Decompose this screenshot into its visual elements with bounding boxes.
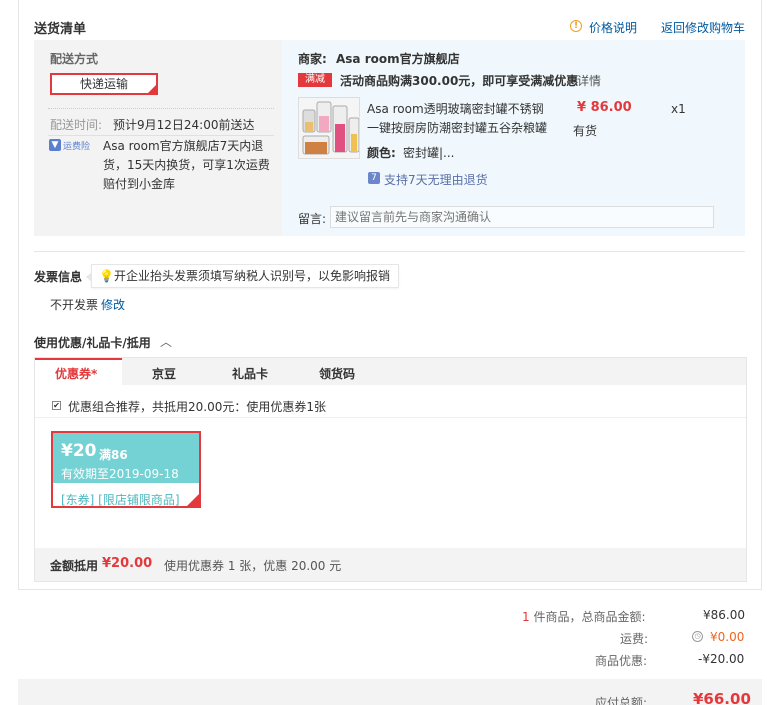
divider bbox=[35, 417, 746, 418]
promo-tag: 满减 bbox=[298, 73, 332, 87]
jar-image-icon bbox=[299, 98, 359, 158]
divider bbox=[34, 251, 745, 252]
goods-amount: ¥86.00 bbox=[703, 608, 745, 622]
recommend-text: 优惠组合推荐，共抵用20.00元：使用优惠券1张 bbox=[68, 400, 326, 414]
insurance-tag: 运费险 bbox=[63, 142, 91, 152]
discount-label: 商品优惠: bbox=[595, 654, 648, 668]
payable-bar bbox=[18, 679, 762, 705]
item-count-line: 1 件商品，总商品金额: bbox=[522, 608, 646, 625]
return-policy-text: 支持7天无理由退货 bbox=[384, 173, 488, 187]
insurance-text-line2: 货，15天内换货，可享1次运费 bbox=[103, 158, 270, 172]
insurance-text-line1: Asa room官方旗舰店7天内退 bbox=[103, 139, 264, 153]
product-price: ¥ 86.00 bbox=[577, 100, 632, 115]
return-policy-icon: 7 bbox=[368, 172, 380, 184]
item-count: 1 bbox=[522, 610, 530, 624]
selected-corner-icon bbox=[187, 494, 199, 506]
memo-input[interactable] bbox=[330, 206, 714, 228]
tip-arrow-icon bbox=[86, 272, 92, 282]
coupon-card[interactable]: ¥20 满86 有效期至2019-09-18 [东券] [限店铺限商品] bbox=[51, 431, 201, 508]
clock-icon: ◷ bbox=[692, 631, 703, 642]
coupon-section-title[interactable]: 使用优惠/礼品卡/抵用 bbox=[34, 334, 151, 351]
insurance-text-line3: 赔付到小金库 bbox=[103, 177, 176, 191]
promo-text: 活动商品购满300.00元，即可享受满减优惠 bbox=[340, 74, 579, 88]
coupon-condition: 满86 bbox=[99, 448, 128, 462]
coupon-tags: [东券] [限店铺限商品] bbox=[61, 493, 180, 507]
coupon-expiry: 有效期至2019-09-18 bbox=[61, 467, 179, 481]
memo-label: 留言: bbox=[298, 212, 327, 226]
summary-amount: ¥20.00 bbox=[102, 556, 153, 571]
invoice-tip-text: 开企业抬头发票须填写纳税人识别号，以免影响报销 bbox=[114, 269, 391, 283]
info-icon: ! bbox=[570, 20, 582, 32]
back-to-cart-link[interactable]: 返回修改购物车 bbox=[661, 19, 745, 36]
section-title: 送货清单 bbox=[34, 22, 87, 37]
lightbulb-icon: 💡 bbox=[99, 269, 114, 283]
delivery-time-label: 配送时间: bbox=[50, 118, 103, 132]
discount-amount: -¥20.00 bbox=[698, 652, 745, 666]
tab-claim-code[interactable]: 领货码 bbox=[319, 365, 355, 382]
stock-status: 有货 bbox=[573, 124, 598, 138]
delivery-time-value: 预计9月12日24:00前送达 bbox=[113, 118, 255, 132]
tab-coupon[interactable]: 优惠券* bbox=[55, 365, 97, 382]
color-label: 颜色: bbox=[367, 146, 396, 160]
tab-gift-card[interactable]: 礼品卡 bbox=[232, 365, 268, 382]
coupon-tabs bbox=[35, 358, 746, 385]
promo-detail-link[interactable]: 详情 bbox=[577, 72, 601, 89]
shipping-method-button[interactable]: 快递运输 bbox=[50, 73, 158, 95]
invoice-edit-link[interactable]: 修改 bbox=[101, 296, 125, 313]
payable-label: 应付总额: bbox=[595, 696, 648, 705]
shipping-method-label: 快递运输 bbox=[79, 77, 128, 91]
freight-amount: ¥0.00 bbox=[710, 630, 745, 644]
invoice-label: 发票信息 bbox=[34, 270, 83, 284]
item-count-text: 件商品，总商品金额: bbox=[529, 610, 646, 624]
shop-name: Asa room官方旗舰店 bbox=[336, 52, 460, 66]
payable-amount: ¥66.00 bbox=[693, 690, 751, 705]
product-quantity: x1 bbox=[671, 102, 686, 116]
selected-corner-icon bbox=[148, 85, 156, 93]
summary-label: 金额抵用 bbox=[50, 559, 99, 573]
invoice-value: 不开发票 bbox=[50, 298, 99, 312]
coupon-amount: ¥20 bbox=[61, 441, 97, 461]
color-value: 密封罐|... bbox=[403, 146, 455, 160]
invoice-tip: 💡 开企业抬头发票须填写纳税人识别号，以免影响报销 bbox=[86, 264, 399, 288]
divider bbox=[48, 108, 274, 109]
tab-jingdou[interactable]: 京豆 bbox=[152, 365, 176, 382]
freight-label: 运费: bbox=[620, 632, 649, 646]
product-thumbnail[interactable] bbox=[298, 97, 360, 159]
chevron-up-icon[interactable]: ︿ bbox=[160, 333, 172, 350]
recommend-checkbox[interactable]: ✔ bbox=[52, 401, 61, 410]
summary-text: 使用优惠券 1 张，优惠 20.00 元 bbox=[164, 559, 342, 573]
divider bbox=[48, 135, 274, 136]
product-name-line1[interactable]: Asa room透明玻璃密封罐不锈钢 bbox=[367, 100, 544, 117]
product-name-line2[interactable]: 一键按厨房防潮密封罐五谷杂粮罐 bbox=[367, 119, 547, 136]
shield-icon: ▼ bbox=[49, 139, 61, 151]
shop-label: 商家: bbox=[298, 52, 327, 66]
price-explain-link[interactable]: 价格说明 bbox=[589, 19, 637, 36]
shipping-label: 配送方式 bbox=[50, 52, 99, 66]
